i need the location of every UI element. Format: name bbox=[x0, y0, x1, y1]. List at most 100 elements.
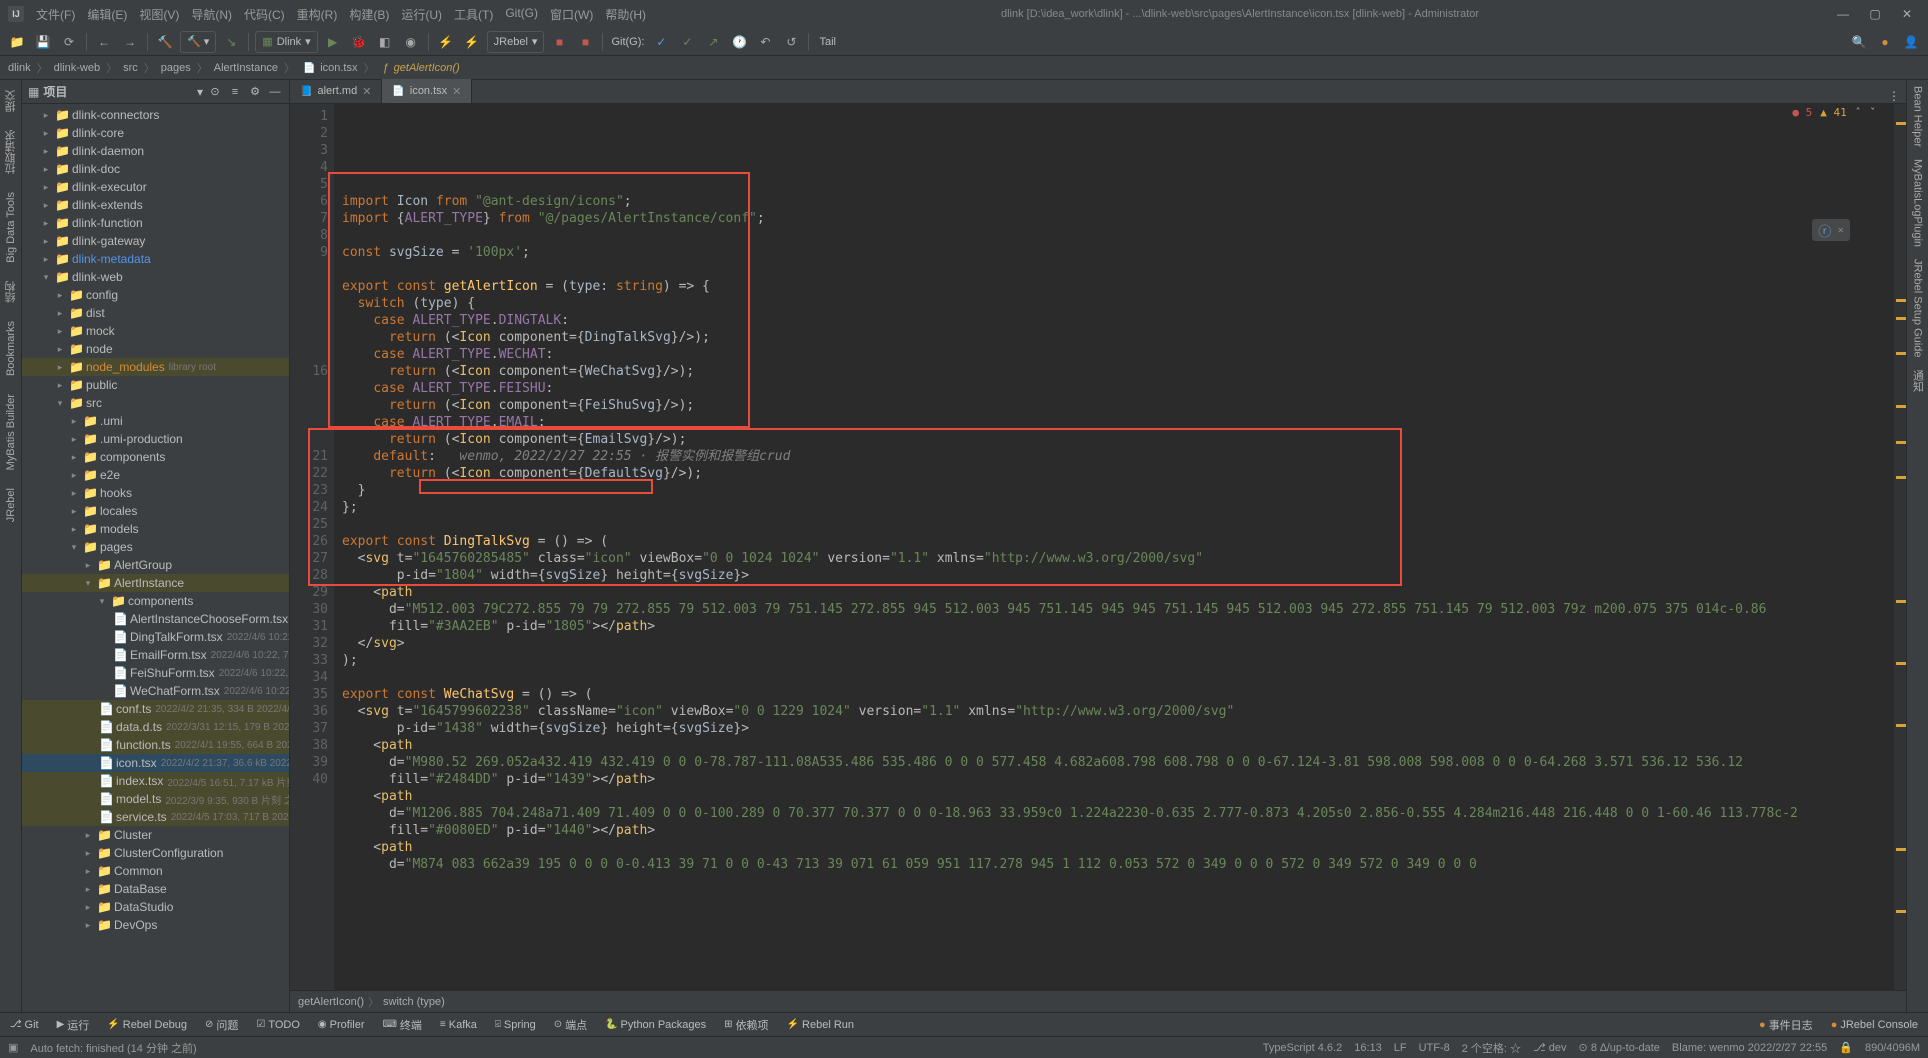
bottom-tab[interactable]: ● JRebel Console bbox=[1827, 1017, 1922, 1033]
breadcrumb-segment[interactable]: AlertInstance bbox=[212, 62, 280, 74]
folder-item[interactable]: ▾📁dlink-web bbox=[22, 268, 289, 286]
bottom-tab[interactable]: 🐍 Python Packages bbox=[601, 1017, 710, 1033]
folder-item[interactable]: ▸📁config bbox=[22, 286, 289, 304]
folder-item[interactable]: ▸📁public bbox=[22, 376, 289, 394]
bottom-tab[interactable]: ⚡ Rebel Debug bbox=[103, 1017, 191, 1033]
status-enc[interactable]: UTF-8 bbox=[1419, 1042, 1450, 1054]
side-tab[interactable]: MyBatis Builder bbox=[3, 388, 19, 476]
folder-item[interactable]: ▸📁AlertGroup bbox=[22, 556, 289, 574]
close-icon[interactable]: ✕ bbox=[452, 85, 461, 98]
minimize-button[interactable]: — bbox=[1830, 5, 1856, 23]
folder-item[interactable]: ▸📁.umi bbox=[22, 412, 289, 430]
folder-item[interactable]: ▸📁models bbox=[22, 520, 289, 538]
side-tab[interactable]: 结构 bbox=[1, 275, 21, 309]
menu-item[interactable]: Git(G) bbox=[501, 4, 542, 25]
debug-icon[interactable]: 🐞 bbox=[348, 31, 370, 53]
build-icon[interactable]: 🔨 bbox=[154, 31, 176, 53]
bottom-tab[interactable]: ⎇ Git bbox=[6, 1017, 43, 1033]
folder-item[interactable]: ▾📁AlertInstance bbox=[22, 574, 289, 592]
profile-icon[interactable]: ◉ bbox=[400, 31, 422, 53]
side-tab[interactable]: Bookmarks bbox=[3, 315, 19, 382]
ide-update-icon[interactable]: ● bbox=[1874, 31, 1896, 53]
git-rollback-icon[interactable]: ↶ bbox=[754, 31, 776, 53]
status-indent[interactable]: 2 个空格: ☆ bbox=[1462, 1040, 1521, 1056]
menu-item[interactable]: 编辑(E) bbox=[83, 4, 131, 25]
folder-item[interactable]: ▸📁dlink-doc bbox=[22, 160, 289, 178]
menu-item[interactable]: 重构(R) bbox=[293, 4, 342, 25]
status-blame[interactable]: Blame: wenmo 2022/2/27 22:55 bbox=[1672, 1042, 1827, 1054]
folder-item[interactable]: ▸📁DataBase bbox=[22, 880, 289, 898]
search-icon[interactable]: 🔍 bbox=[1848, 31, 1870, 53]
file-item[interactable]: 📄service.ts2022/4/5 17:03, 717 B 2022/4/… bbox=[22, 808, 289, 826]
bottom-tab[interactable]: ◉ Profiler bbox=[314, 1017, 369, 1033]
side-tab[interactable]: 拉取请求 bbox=[1, 124, 21, 180]
menu-item[interactable]: 视图(V) bbox=[135, 4, 183, 25]
git-undo-icon[interactable]: ↺ bbox=[780, 31, 802, 53]
folder-item[interactable]: ▸📁DataStudio bbox=[22, 898, 289, 916]
folder-item[interactable]: ▸📁dist bbox=[22, 304, 289, 322]
menu-item[interactable]: 帮助(H) bbox=[601, 4, 650, 25]
status-mem[interactable]: 890/4096M bbox=[1865, 1042, 1920, 1054]
side-tab[interactable]: MyBatisLogPlugin bbox=[1910, 153, 1926, 253]
git-push-icon[interactable]: ↗ bbox=[702, 31, 724, 53]
side-tab[interactable]: 提交 bbox=[1, 84, 21, 118]
file-item[interactable]: 📄conf.ts2022/4/2 21:35, 334 B 2022/4/5 1… bbox=[22, 700, 289, 718]
breadcrumb-segment[interactable]: dlink bbox=[6, 62, 33, 74]
forward-icon[interactable]: → bbox=[119, 31, 141, 53]
tail-label[interactable]: Tail bbox=[815, 36, 840, 48]
status-updates[interactable]: ⊙ 8 ∆/up-to-date bbox=[1579, 1041, 1660, 1054]
check-icon[interactable]: ↘ bbox=[220, 31, 242, 53]
code-breadcrumb[interactable]: getAlertIcon()〉switch (type) bbox=[290, 990, 1906, 1012]
folder-item[interactable]: ▸📁dlink-executor bbox=[22, 178, 289, 196]
folder-item[interactable]: ▸📁locales bbox=[22, 502, 289, 520]
side-tab[interactable]: JRebel bbox=[3, 482, 19, 528]
bottom-tab[interactable]: ⚡ Rebel Run bbox=[783, 1017, 858, 1033]
project-title[interactable]: 项目 bbox=[43, 83, 193, 100]
menu-item[interactable]: 工具(T) bbox=[450, 4, 497, 25]
side-tab[interactable]: JRebel Setup Guide bbox=[1910, 253, 1926, 363]
file-item[interactable]: 📄index.tsx2022/4/5 16:51, 7.17 kB 片刻 之 bbox=[22, 772, 289, 790]
status-ts[interactable]: TypeScript 4.6.2 bbox=[1263, 1042, 1343, 1054]
file-item[interactable]: 📄icon.tsx2022/4/2 21:37, 36.6 kB 2022/4/… bbox=[22, 754, 289, 772]
file-item[interactable]: 📄EmailForm.tsx2022/4/6 10:22, 7.19 k bbox=[22, 646, 289, 664]
run-config-dropdown[interactable]: ▦ Dlink ▾ bbox=[255, 31, 317, 53]
tab-more-icon[interactable]: ⋮ bbox=[1882, 89, 1906, 103]
file-item[interactable]: 📄AlertInstanceChooseForm.tsx2022 bbox=[22, 610, 289, 628]
stop2-icon[interactable]: ■ bbox=[574, 31, 596, 53]
menu-item[interactable]: 代码(C) bbox=[240, 4, 289, 25]
breadcrumb-segment[interactable]: dlink-web bbox=[52, 62, 102, 74]
folder-item[interactable]: ▸📁dlink-function bbox=[22, 214, 289, 232]
maximize-button[interactable]: ▢ bbox=[1862, 5, 1888, 23]
bottom-tab[interactable]: ☑ TODO bbox=[252, 1017, 304, 1033]
bottom-tab[interactable]: ⌨ 终端 bbox=[378, 1015, 425, 1035]
folder-item[interactable]: ▾📁components bbox=[22, 592, 289, 610]
git-update-icon[interactable]: ✓ bbox=[650, 31, 672, 53]
file-item[interactable]: 📄data.d.ts2022/3/31 12:15, 179 B 2022/4/… bbox=[22, 718, 289, 736]
breadcrumb-segment[interactable]: pages bbox=[159, 62, 193, 74]
status-tool-icon[interactable]: ▣ bbox=[8, 1041, 18, 1054]
git-commit-icon[interactable]: ✓ bbox=[676, 31, 698, 53]
menu-item[interactable]: 构建(B) bbox=[345, 4, 393, 25]
gear-icon[interactable]: ⚙ bbox=[247, 84, 263, 100]
folder-item[interactable]: ▸📁dlink-core bbox=[22, 124, 289, 142]
folder-item[interactable]: ▸📁DevOps bbox=[22, 916, 289, 934]
side-tab[interactable]: Big Data Tools bbox=[3, 186, 19, 269]
folder-item[interactable]: ▾📁pages bbox=[22, 538, 289, 556]
project-drop-icon[interactable]: ▾ bbox=[197, 85, 203, 99]
bottom-tab[interactable]: ⊙ 端点 bbox=[550, 1015, 591, 1035]
open-icon[interactable]: 📁 bbox=[6, 31, 28, 53]
close-icon[interactable]: ✕ bbox=[362, 85, 371, 98]
file-item[interactable]: 📄DingTalkForm.tsx2022/4/6 10:22, 5 bbox=[22, 628, 289, 646]
folder-item[interactable]: ▸📁dlink-extends bbox=[22, 196, 289, 214]
code-crumb[interactable]: switch (type) bbox=[383, 996, 445, 1008]
code-crumb[interactable]: getAlertIcon() bbox=[298, 996, 364, 1008]
minimap[interactable] bbox=[1894, 104, 1906, 990]
reader-mode-popup[interactable]: ⓡ✕ bbox=[1812, 219, 1850, 241]
folder-item[interactable]: ▸📁node_moduleslibrary root bbox=[22, 358, 289, 376]
folder-item[interactable]: ▸📁node bbox=[22, 340, 289, 358]
status-lock-icon[interactable]: 🔒 bbox=[1839, 1041, 1853, 1054]
project-dropdown-icon[interactable]: ▦ bbox=[28, 85, 39, 99]
rebel-run-icon[interactable]: ⚡ bbox=[435, 31, 457, 53]
folder-item[interactable]: ▸📁components bbox=[22, 448, 289, 466]
editor-tab[interactable]: 📄icon.tsx✕ bbox=[382, 79, 472, 103]
